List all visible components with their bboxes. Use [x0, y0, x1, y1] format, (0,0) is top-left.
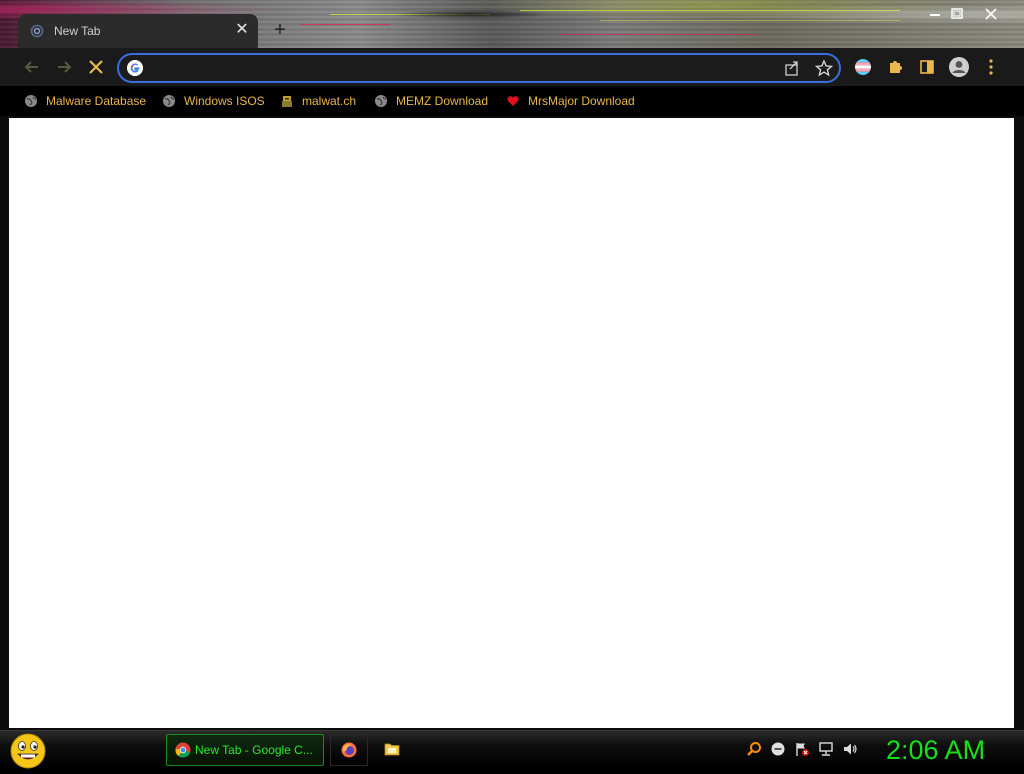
- browser-toolbar: [0, 48, 1024, 86]
- title-bar-decoration: [330, 14, 490, 15]
- malwatch-icon: [282, 96, 292, 107]
- globe-icon: [163, 95, 175, 107]
- bookmark-mrsmajor-download[interactable]: MrsMajor Download: [506, 91, 635, 111]
- forward-arrow-icon: [58, 61, 72, 73]
- minimize-icon: [930, 14, 940, 16]
- notification-icon[interactable]: [770, 741, 786, 757]
- start-button[interactable]: [8, 731, 48, 769]
- title-bar-decoration: [300, 24, 390, 25]
- minimize-button[interactable]: [924, 5, 946, 23]
- taskbar-task-firefox[interactable]: [330, 734, 368, 766]
- bookmark-label: MrsMajor Download: [528, 94, 635, 108]
- bookmark-malware-database[interactable]: Malware Database: [24, 91, 146, 111]
- browser-window: New Tab ✕ + Malware Database Windows ISO…: [0, 0, 1024, 730]
- taskbar-task-chrome[interactable]: New Tab - Google C...: [166, 734, 324, 766]
- close-window-button[interactable]: [980, 5, 1002, 23]
- address-input[interactable]: [153, 58, 757, 80]
- bookmark-memz-download[interactable]: MEMZ Download: [374, 91, 488, 111]
- task-label: New Tab - Google C...: [195, 743, 313, 757]
- close-icon: [985, 8, 997, 20]
- forward-button[interactable]: [52, 55, 76, 79]
- side-panel-icon[interactable]: [916, 56, 938, 78]
- restore-icon: [951, 8, 963, 19]
- chrome-icon: [175, 742, 191, 758]
- new-tab-button[interactable]: +: [268, 18, 292, 42]
- taskbar-task-file-explorer[interactable]: [374, 734, 410, 764]
- extensions-puzzle-icon[interactable]: [884, 56, 906, 78]
- back-button[interactable]: [20, 55, 44, 79]
- title-bar-decoration: [560, 34, 760, 35]
- bookmark-label: MEMZ Download: [396, 94, 489, 108]
- search-icon[interactable]: [746, 741, 762, 757]
- taskbar: New Tab - Google C... 2:06 AM: [0, 730, 1024, 769]
- stop-icon: [89, 60, 103, 74]
- menu-kebab-icon[interactable]: [980, 56, 1002, 78]
- globe-icon: [25, 95, 37, 107]
- title-bar-decoration: [520, 10, 900, 11]
- back-arrow-icon: [24, 61, 38, 73]
- tab-title: New Tab: [54, 24, 101, 38]
- bookmark-label: Windows ISOS: [184, 94, 265, 108]
- heart-icon: [507, 96, 519, 106]
- pride-flag-extension-icon[interactable]: [852, 56, 874, 78]
- smiley-start-icon: [10, 733, 46, 769]
- bookmark-label: malwat.ch: [302, 94, 357, 108]
- action-center-flag-icon[interactable]: [794, 741, 810, 757]
- bookmark-label: Malware Database: [46, 94, 147, 108]
- firefox-icon: [341, 742, 357, 758]
- google-icon: [127, 60, 143, 76]
- bookmarks-bar: Malware Database Windows ISOS malwat.ch …: [0, 86, 1024, 116]
- loading-spinner-icon: [30, 24, 44, 38]
- page-content[interactable]: [9, 118, 1014, 728]
- address-bar[interactable]: [117, 53, 841, 83]
- folder-icon: [384, 743, 400, 756]
- network-icon[interactable]: [818, 741, 834, 757]
- volume-icon[interactable]: [842, 741, 858, 757]
- tab-close-icon[interactable]: ✕: [232, 20, 252, 40]
- profile-avatar-icon[interactable]: [948, 56, 970, 78]
- tab-new-tab[interactable]: New Tab ✕: [18, 14, 258, 48]
- share-icon[interactable]: [781, 58, 803, 78]
- clock[interactable]: 2:06 AM: [886, 733, 996, 767]
- stop-loading-button[interactable]: [84, 55, 108, 79]
- title-bar-decoration: [600, 20, 900, 21]
- bookmark-windows-isos[interactable]: Windows ISOS: [162, 91, 265, 111]
- bookmark-malwatch[interactable]: malwat.ch: [280, 91, 356, 111]
- title-bar[interactable]: New Tab ✕ +: [0, 0, 1024, 48]
- maximize-button[interactable]: [946, 5, 968, 23]
- star-icon[interactable]: [813, 58, 835, 78]
- globe-icon: [375, 95, 387, 107]
